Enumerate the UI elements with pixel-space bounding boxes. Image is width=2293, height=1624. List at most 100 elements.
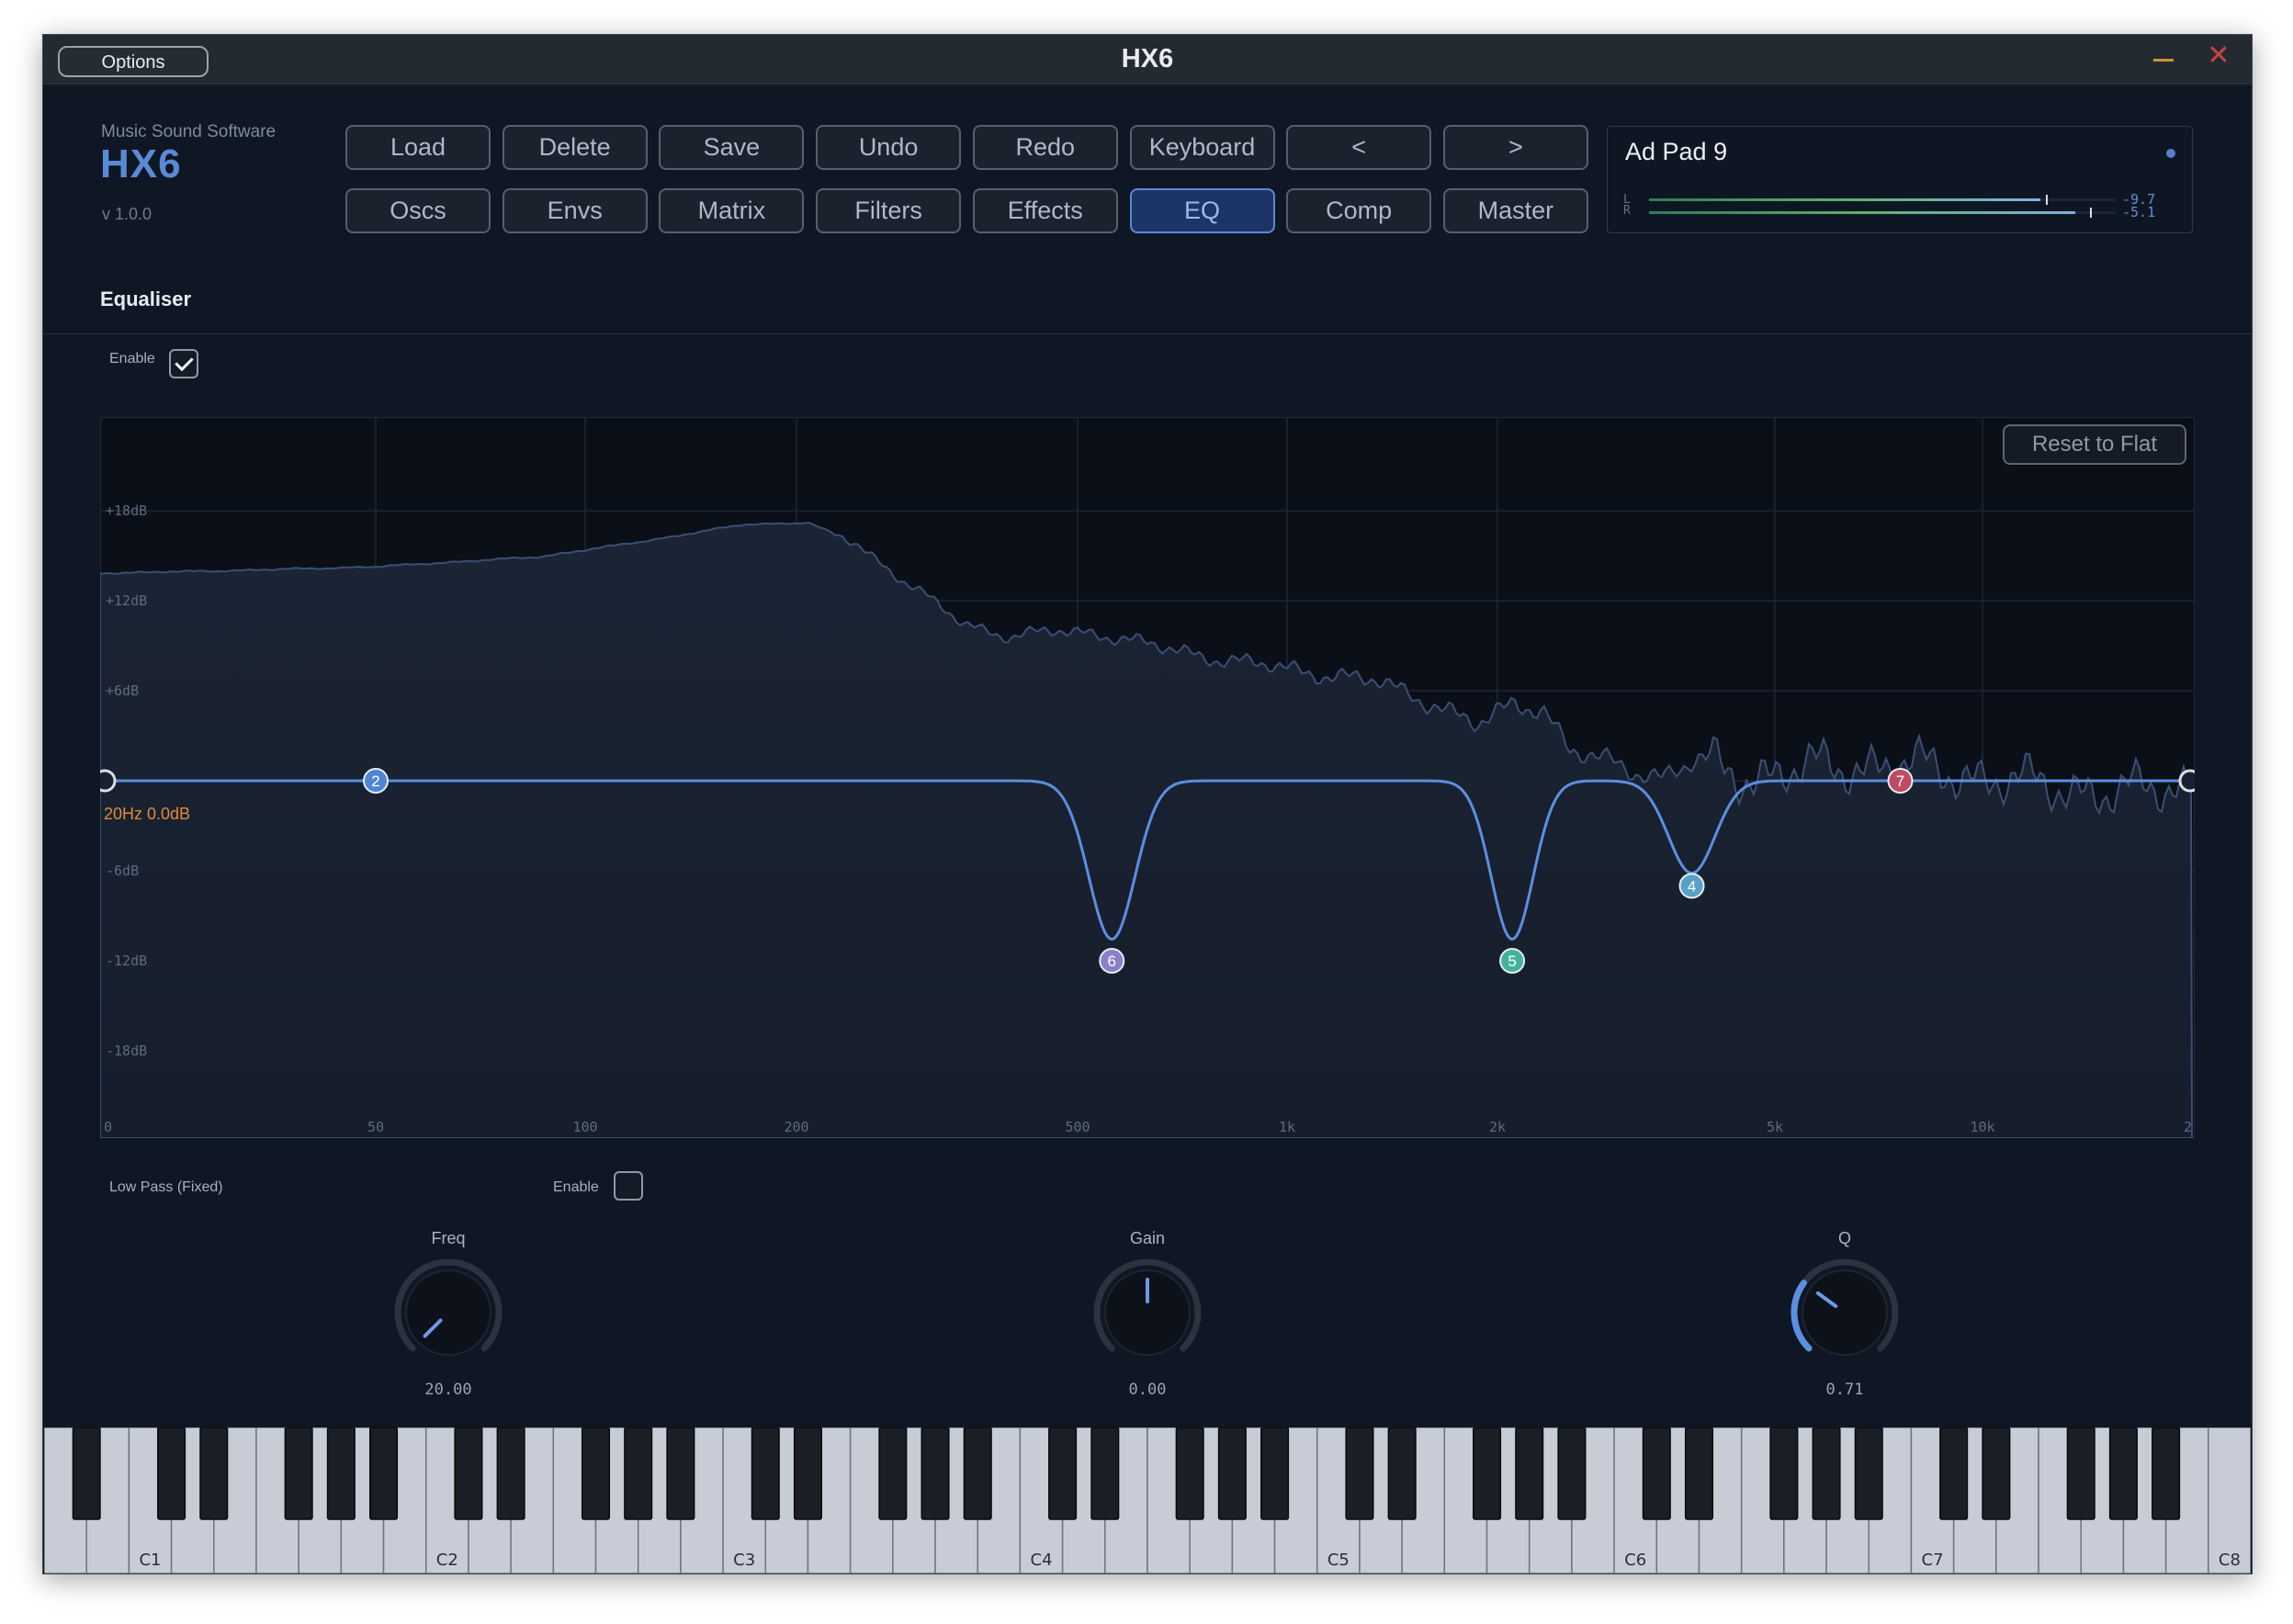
company-name: Music Sound Software	[101, 122, 277, 141]
black-key[interactable]	[793, 1427, 822, 1520]
black-key[interactable]	[454, 1427, 483, 1520]
knob-label-q: Q	[1837, 1229, 1851, 1247]
black-key[interactable]	[1345, 1427, 1374, 1520]
knob-freq[interactable]	[393, 1257, 503, 1368]
db-tick-label: +18dB	[106, 502, 147, 519]
filter-mode-label: Low Pass (Fixed)	[109, 1179, 223, 1195]
freq-tick-label: 50	[367, 1119, 384, 1135]
black-key[interactable]	[581, 1427, 611, 1520]
status-indicator-icon	[2166, 149, 2175, 158]
toolbar-button-row1-3[interactable]: Undo	[816, 125, 962, 170]
meter-left	[1649, 195, 2116, 205]
toolbar-button-row2-7[interactable]: Master	[1442, 188, 1588, 233]
eq-band-handle-high[interactable]	[2178, 769, 2195, 793]
eq-band-node-7[interactable]: 7	[1887, 768, 1914, 794]
octave-label: C4	[1031, 1551, 1053, 1570]
toolbar-button-row2-6[interactable]: Comp	[1286, 188, 1432, 233]
eq-band-label: 2	[371, 773, 379, 790]
octave-label: C5	[1327, 1551, 1350, 1570]
toolbar-button-row2-1[interactable]: Envs	[502, 188, 648, 233]
black-key[interactable]	[1684, 1427, 1714, 1520]
toolbar-button-row2-4[interactable]: Effects	[972, 188, 1118, 233]
black-key[interactable]	[1048, 1427, 1078, 1520]
black-key[interactable]	[921, 1427, 950, 1520]
black-key[interactable]	[1473, 1427, 1502, 1520]
black-key[interactable]	[326, 1427, 356, 1520]
knob-label-freq: Freq	[431, 1229, 466, 1247]
black-key[interactable]	[1642, 1427, 1671, 1520]
preset-panel: Ad Pad 9 L R -9.7 -5.1	[1607, 126, 2193, 233]
toolbar-button-row2-5[interactable]: EQ	[1129, 188, 1275, 233]
black-key[interactable]	[666, 1427, 695, 1520]
reset-to-flat-button[interactable]: Reset to Flat	[2003, 424, 2186, 465]
meter-right-label: R	[1623, 204, 1631, 218]
black-key[interactable]	[1769, 1427, 1799, 1520]
black-key[interactable]	[1982, 1427, 2011, 1520]
freq-tick-label: 200	[784, 1119, 808, 1135]
eq-enable-checkbox[interactable]	[169, 349, 198, 378]
title-bar: Options HX6 ✕	[43, 35, 2252, 85]
eq-enable-label: Enable	[109, 351, 155, 367]
eq-band-node-5[interactable]: 5	[1499, 948, 1526, 974]
black-key[interactable]	[199, 1427, 229, 1520]
black-key[interactable]	[72, 1427, 101, 1520]
window-title: HX6	[1121, 44, 1174, 73]
knob-gain[interactable]	[1092, 1257, 1203, 1368]
freq-tick-label: 2k	[1489, 1119, 1506, 1135]
toolbar-button-row1-5[interactable]: Keyboard	[1129, 125, 1275, 170]
toolbar-button-row1-7[interactable]: >	[1442, 125, 1588, 170]
octave-label: C1	[139, 1551, 161, 1570]
black-key[interactable]	[878, 1427, 908, 1520]
black-key[interactable]	[1260, 1427, 1290, 1520]
close-icon[interactable]: ✕	[2206, 42, 2231, 70]
black-key[interactable]	[1812, 1427, 1841, 1520]
eq-band-label: 7	[1896, 773, 1904, 790]
piano-keyboard[interactable]: C1 C2 C3 C4 C5 C6 C7 C8	[44, 1427, 2251, 1573]
cursor-readout: 20Hz 0.0dB	[104, 805, 191, 823]
black-key[interactable]	[1090, 1427, 1120, 1520]
toolbar-button-row1-1[interactable]: Delete	[502, 125, 648, 170]
toolbar-button-row1-0[interactable]: Load	[345, 125, 491, 170]
black-key[interactable]	[1387, 1427, 1417, 1520]
black-key[interactable]	[1557, 1427, 1587, 1520]
toolbar-button-row2-3[interactable]: Filters	[816, 188, 962, 233]
eq-band-handle-low[interactable]	[100, 769, 117, 793]
toolbar-button-row2-2[interactable]: Matrix	[659, 188, 805, 233]
black-key[interactable]	[1175, 1427, 1204, 1520]
black-key[interactable]	[284, 1427, 313, 1520]
meter-right	[1649, 208, 2116, 218]
black-key[interactable]	[1939, 1427, 1969, 1520]
eq-band-node-4[interactable]: 4	[1678, 873, 1705, 899]
black-key[interactable]	[1854, 1427, 1883, 1520]
toolbar-button-row1-6[interactable]: <	[1286, 125, 1432, 170]
black-key[interactable]	[1515, 1427, 1544, 1520]
filter-enable-checkbox[interactable]	[614, 1171, 643, 1201]
preset-name[interactable]: Ad Pad 9	[1625, 138, 1727, 166]
black-key[interactable]	[963, 1427, 992, 1520]
black-key[interactable]	[157, 1427, 186, 1520]
freq-tick-label: 2	[2184, 1119, 2192, 1135]
freq-tick-label: 10k	[1970, 1119, 1994, 1135]
black-key[interactable]	[2152, 1427, 2181, 1520]
eq-band-node-2[interactable]: 2	[363, 768, 389, 794]
toolbar-button-row1-2[interactable]: Save	[659, 125, 805, 170]
toolbar-button-row2-0[interactable]: Oscs	[345, 188, 491, 233]
freq-tick-label: 1k	[1279, 1119, 1295, 1135]
knob-value-freq: 20.00	[424, 1381, 472, 1399]
product-logo: HX6	[100, 141, 182, 186]
meter-right-value: -5.1	[2122, 204, 2156, 220]
eq-graph[interactable]: 2 6 5 4 7 +18dB +12dB +6dB -6dB -12dB -18dB 0 50 10…	[100, 417, 2195, 1138]
toolbar-button-row1-4[interactable]: Redo	[972, 125, 1118, 170]
octave-label: C8	[2219, 1551, 2241, 1570]
black-key[interactable]	[2108, 1427, 2138, 1520]
black-key[interactable]	[1217, 1427, 1247, 1520]
eq-band-label: 5	[1508, 953, 1516, 970]
black-key[interactable]	[751, 1427, 780, 1520]
minimize-icon[interactable]	[2153, 59, 2174, 62]
black-key[interactable]	[496, 1427, 525, 1520]
knob-q[interactable]	[1790, 1257, 1900, 1368]
black-key[interactable]	[2066, 1427, 2095, 1520]
eq-band-node-6[interactable]: 6	[1099, 948, 1125, 974]
black-key[interactable]	[369, 1427, 399, 1520]
black-key[interactable]	[624, 1427, 653, 1520]
